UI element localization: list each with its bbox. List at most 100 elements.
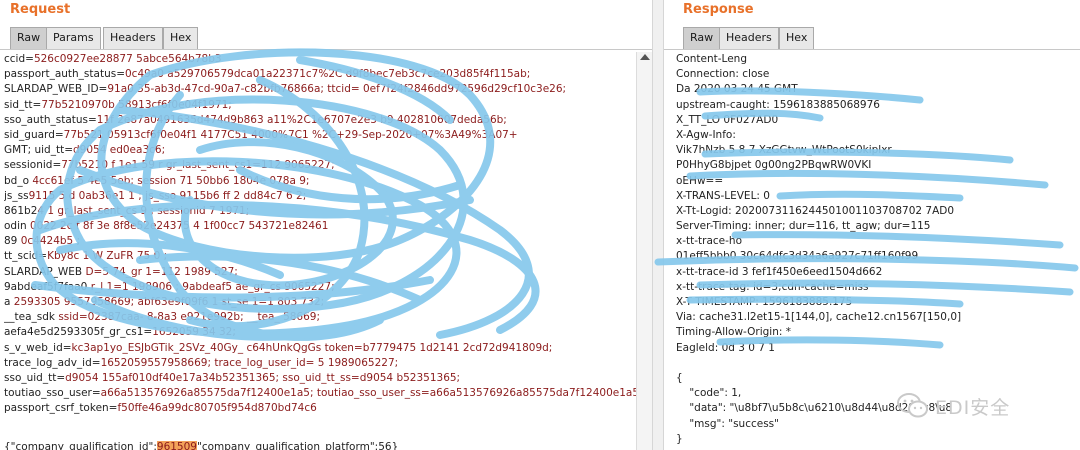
response-json-line: "code": 1, — [676, 387, 742, 400]
header-key: GMT; uid_tt= — [4, 144, 74, 157]
tab-params[interactable]: Params — [46, 27, 101, 49]
header-value: d9054 155af010df40e17a34b52351365; sso_u… — [65, 371, 461, 384]
response-header-line: oEHw== — [676, 174, 724, 187]
request-scrollbar[interactable] — [636, 52, 652, 450]
header-value: ssid=02387caa- 8-8a3 e921e992b; __tea_ 5… — [58, 311, 321, 324]
header-value: r_l 1=1 198906 ; 9abdeaf5 ae_gr_cs 90652… — [90, 280, 335, 293]
request-header-line: toutiao_sso_user=a66a513576926a85575da7f… — [4, 386, 636, 401]
wechat-icon — [897, 393, 928, 418]
response-header-line: X-Tt-Logid: 2020073116244501001103708702… — [676, 204, 955, 217]
response-header-line: Eagleld: 0d 3 0 7 1 — [676, 341, 775, 354]
header-value: 4cc61ef 5 4e5 5eb; session 71 50bb6 1804… — [32, 174, 310, 187]
request-header-line: passport_csrf_token=f50ffe46a99dc80705f9… — [4, 401, 636, 416]
body-selected-value: 961509 — [156, 440, 197, 450]
response-header-line: Content-Leng — [676, 53, 747, 65]
header-key: sso_uid_tt= — [4, 371, 66, 384]
response-header-line: Via: cache31.l2et15-1[144,0], cache12.cn… — [676, 311, 962, 324]
pane-divider[interactable] — [652, 0, 664, 450]
request-header-line: __tea_sdk ssid=02387caa- 8-8a3 e921e992b… — [4, 310, 636, 325]
header-value: 11f 2e87a0491635d474d9b863 a11%2C1e6707e… — [96, 113, 507, 126]
response-header-line: Connection: close — [676, 68, 770, 81]
tab-headers[interactable]: Headers — [719, 27, 779, 49]
header-key: trace_log_adv_id= — [4, 356, 101, 369]
response-json-line: "data": "\u8bf7\u5b8c\u6210\u8d44\u8d28 … — [676, 402, 953, 415]
header-value: 77b5210970b 58913cf6f0e04f1971; — [41, 98, 232, 111]
request-header-line: bd_o 4cc61ef 5 4e5 5eb; session 71 50bb6… — [4, 174, 636, 189]
request-header-line: SLARDAP_WEB_ID=91a0 35-ab3d-47cd-90a7-c8… — [4, 82, 636, 97]
request-header-line: sso_auth_status=11f 2e87a0491635d474d9b8… — [4, 113, 636, 128]
response-pane: Response Raw Headers Hex Content-Leng Con… — [664, 0, 1080, 450]
response-json-line: } — [676, 432, 683, 445]
header-key: toutiao_sso_user= — [4, 387, 101, 400]
tab-hex[interactable]: Hex — [779, 27, 815, 49]
request-header-line: trace_log_adv_id=1652059557958669; trace… — [4, 356, 636, 371]
header-value: Kby8c 1 W ZuFR 75 0 ; — [47, 250, 168, 263]
request-raw-editor[interactable]: ccid=526c0927ee28877 5abce564b78b3 passpo… — [0, 52, 636, 450]
request-header-line: 9abdeaf5f7faa0 r_l 1=1 198906 ; 9abdeaf5… — [4, 280, 636, 295]
request-header-line: s_v_web_id=kc3ap1yo_ESJbGTik_2SVz_40Gy_ … — [4, 341, 636, 356]
header-key: ccid= — [4, 53, 34, 65]
header-key: sso_auth_status= — [4, 113, 97, 126]
response-title: Response — [683, 2, 754, 17]
request-header-line: 861b24 1 gr_last_sent_cs 9 ; sessionid 7… — [4, 204, 636, 219]
header-key: SLARDAP_WEB — [4, 265, 86, 278]
header-value: 4 1 gr_last_sent_cs 9 ; sessionid 7 1971… — [37, 204, 250, 217]
header-value: 2593305 9557958669; abf63e9f09f6 1 st_se… — [13, 296, 325, 308]
response-header-line: X_TT_LO 0F027AD0 — [676, 113, 779, 126]
tab-hex[interactable]: Hex — [163, 27, 199, 49]
request-title: Request — [10, 2, 71, 17]
request-header-line: 89 0c4424b5 ; — [4, 234, 636, 249]
body-prefix: {"company_qualification_id": — [4, 440, 157, 450]
header-key: js_ss — [4, 189, 29, 202]
request-header-line: tt_scid=Kby8c 1 W ZuFR 75 0 ; — [4, 249, 636, 264]
response-header-line: X-T TIMESTAMP: 1596183885.175 — [676, 296, 853, 308]
watermark: EDI安全 — [897, 388, 1010, 424]
request-pane: Request Raw Params Headers Hex ccid=526c… — [0, 0, 652, 450]
watermark-text: EDI安全 — [935, 396, 1011, 419]
response-header-line: 01eff5bbb0 30c64dfc3d34a6a927c71ff160f99 — [676, 250, 919, 263]
header-key: passport_auth_status= — [4, 68, 125, 81]
request-header-line: aefa4e5d2593305f_gr_cs1=1652059 34 32; — [4, 325, 636, 340]
header-key: a — [4, 296, 14, 308]
header-value: 0c4424b5 ; — [20, 235, 81, 248]
header-key: SLARDAP_WEB_ID= — [4, 83, 108, 96]
header-key: sessionid= — [4, 159, 62, 172]
header-key: __tea_sdk — [4, 311, 59, 324]
header-value: 91a0 35-ab3d-47cd-90a7-c82bfb76866a; ttc… — [107, 83, 567, 96]
header-key: sid_tt= — [4, 98, 42, 111]
header-value: 526c0927ee28877 5abce564b78b3 — [33, 53, 222, 65]
response-header-line: Server-Timing: inner; dur=116, tt_agw; d… — [676, 220, 931, 233]
response-header-line: P0HhyG8bjpet 0g00ng2PBqwRW0VKI — [676, 159, 872, 172]
tab-raw[interactable]: Raw — [10, 27, 48, 49]
response-header-line: Da 2020 03 24 45 GMT — [676, 83, 798, 96]
response-tabbar: Raw Headers Hex — [664, 20, 1080, 50]
request-header-line: js_ss9115 5 d 0ab36e1 1 ; js_sso 9115b6 … — [4, 189, 636, 204]
request-header-line: sid_guard=77b521 05913cf6f0e04f1 4177C51… — [4, 128, 636, 143]
header-value: 77b5210 f 1e1 59 r gr_last_sent_cs1=112 … — [61, 159, 335, 172]
scroll-up-arrow-icon[interactable] — [640, 54, 650, 60]
header-value: kc3ap1yo_ESJbGTik_2SVz_40Gy_ c64hUnkQgGs… — [71, 341, 553, 354]
header-key: 89 — [4, 235, 21, 248]
response-raw-editor[interactable]: Content-Leng Connection: close Da 2020 03 … — [664, 52, 1080, 450]
request-header-line: ccid=526c0927ee28877 5abce564b78b3 — [4, 52, 636, 67]
header-key: odin — [4, 220, 30, 233]
header-value: 1652059557958669; trace_log_user_id= 5 1… — [100, 356, 399, 369]
tab-headers[interactable]: Headers — [103, 27, 163, 49]
header-value: d9054 ed0ea3c6; — [73, 144, 166, 157]
response-header-line: x-tt-trace-ho — [676, 235, 742, 248]
header-value: 77b521 05913cf6f0e04f1 4177C51 4000%7C1 … — [63, 128, 518, 141]
request-header-line: GMT; uid_tt=d9054 ed0ea3c6; — [4, 143, 636, 158]
tab-raw[interactable]: Raw — [683, 27, 721, 49]
response-json-line: "msg": "success" — [676, 417, 779, 430]
response-header-line: upstream-caught: 1596183885068976 — [676, 98, 880, 111]
response-header-line: X-TRANS-LEVEL: 0 — [676, 189, 770, 202]
header-value: 0c49a0 a529706579dca01a22371c7%2C d9f8be… — [125, 68, 531, 81]
header-value: D=5 74_gr 1=112 1989 527; — [85, 265, 238, 278]
header-key: s_v_web_id= — [4, 341, 72, 354]
response-header-line: x-tt-trace-tag: id=3;cdn-cache=miss — [676, 280, 869, 293]
header-value: 0022 2c f 8f 3e 8f8e52e24375 4 1f00cc7 5… — [30, 220, 329, 233]
response-header-line: X-Agw-Info: — [676, 128, 736, 141]
response-header-line: Timing-Allow-Origin: * — [676, 326, 792, 339]
header-key: aefa4e5d2593305f_gr_cs1= — [4, 326, 153, 339]
request-header-line: sessionid=77b5210 f 1e1 59 r gr_last_sen… — [4, 158, 636, 173]
